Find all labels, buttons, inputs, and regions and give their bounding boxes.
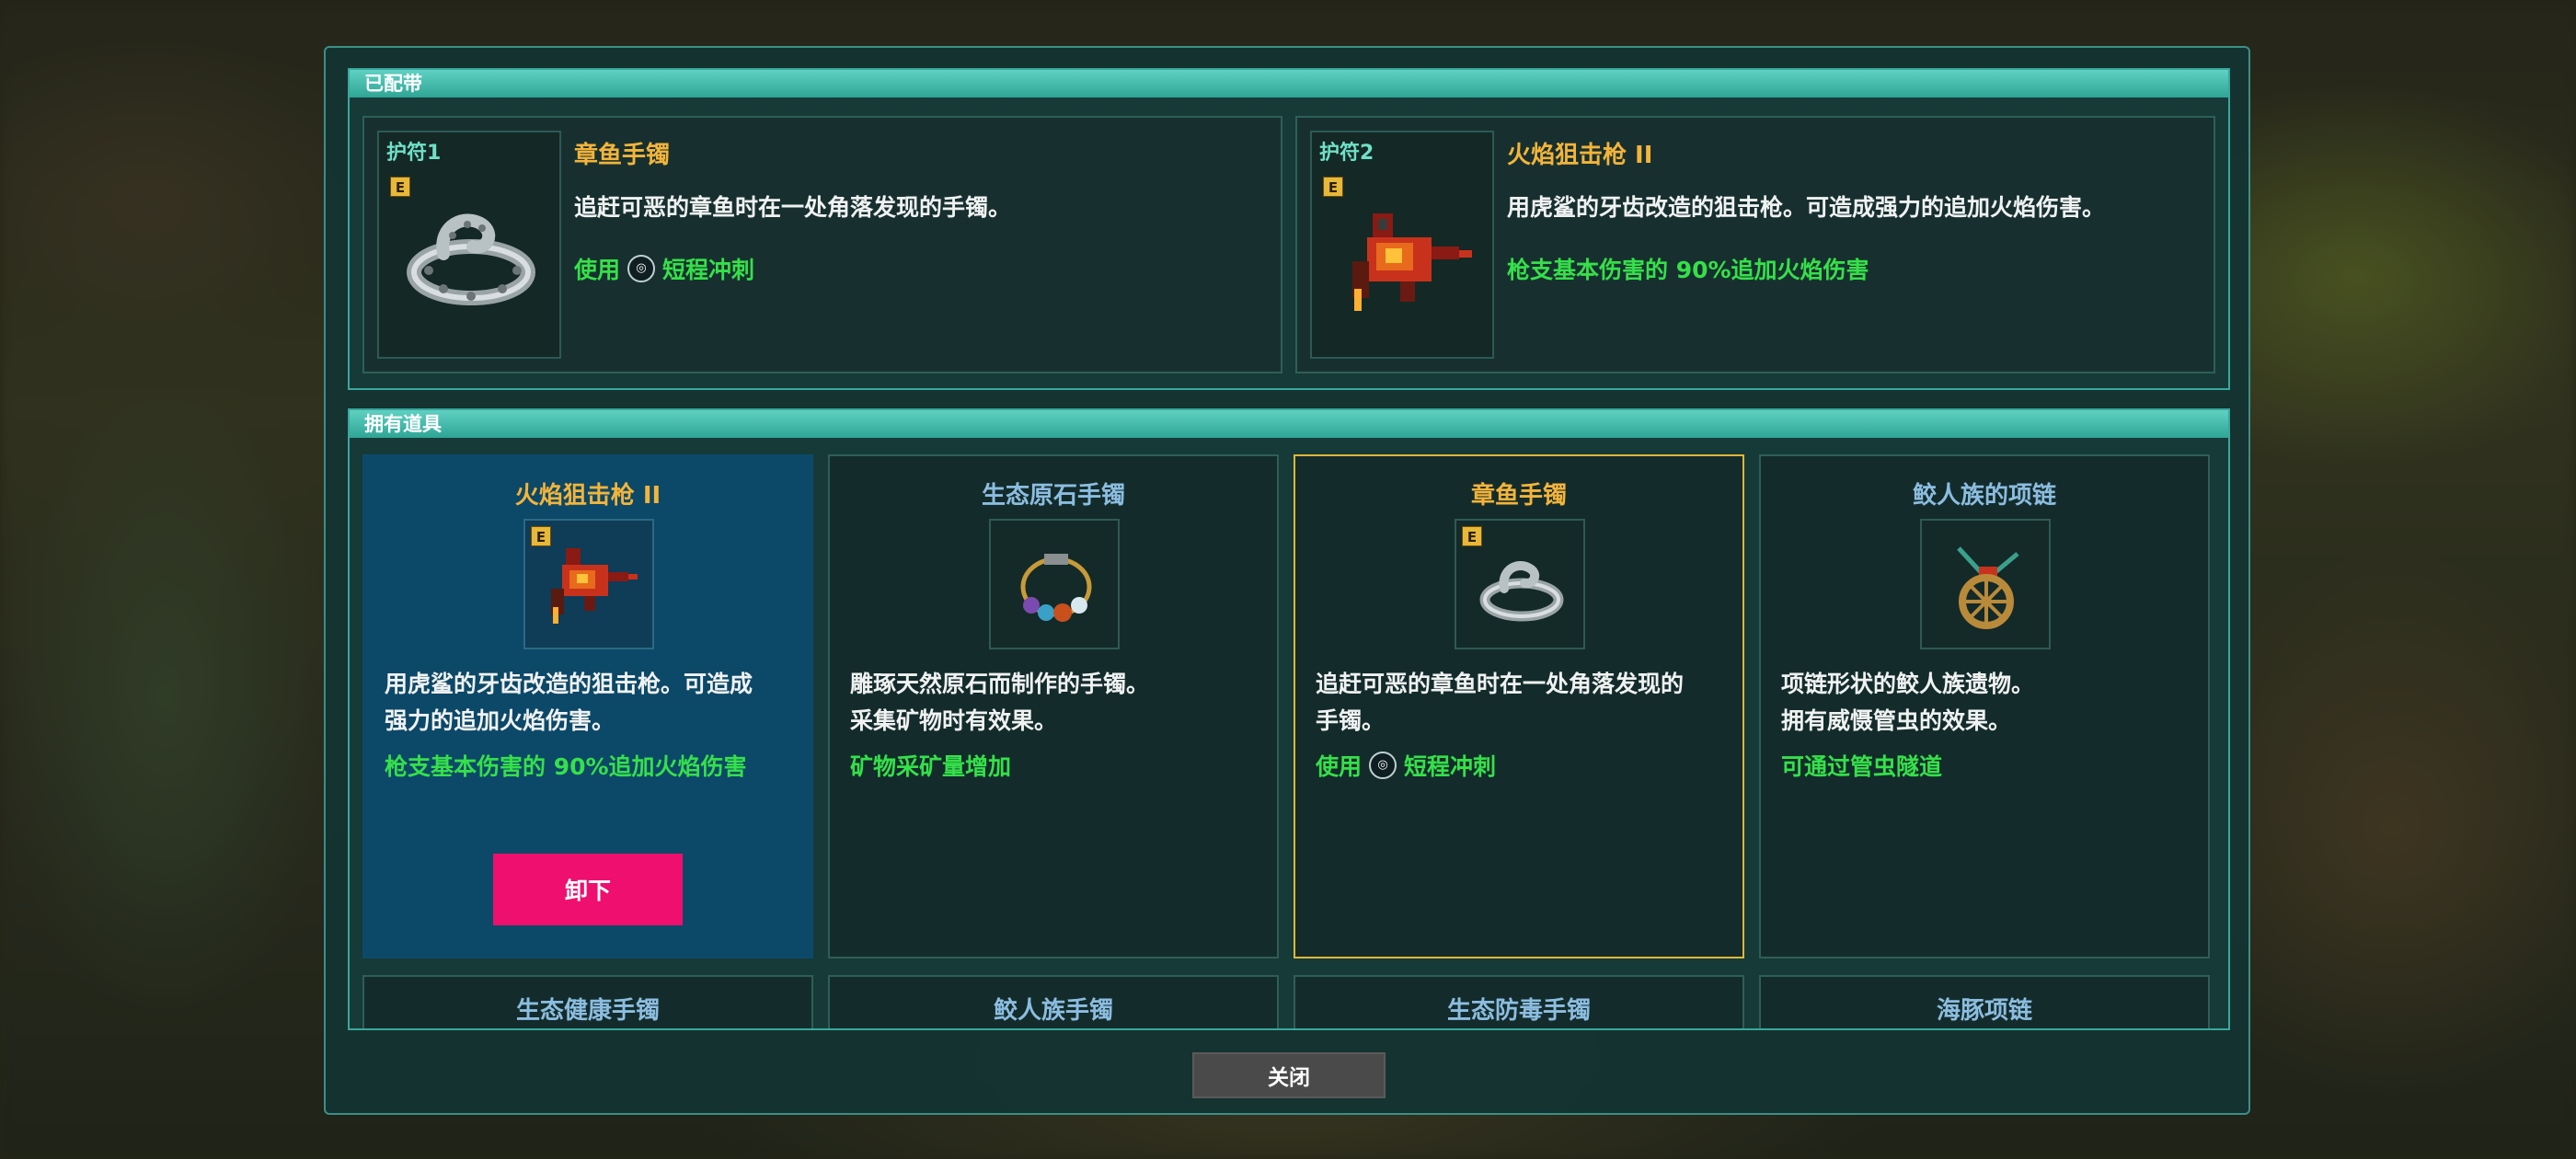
item-card-gemstone-bracelet[interactable]: 生态原石手镯 雕琢天然原石而制作的手镯。 采集矿物时有效果。 矿物采矿量增加 <box>828 454 1279 958</box>
item-name: 鲛人族手镯 <box>993 997 1113 1025</box>
item-name: 海豚项链 <box>1936 997 2032 1025</box>
item-card-octopus-bracelet[interactable]: 章鱼手镯 E 追赶可恶的章鱼时在一处角落发现的 手镯。 使用 ◎ 短程冲刺 <box>1294 454 1744 958</box>
item-icon-frame: E <box>1455 519 1585 649</box>
controller-button-icon: ◎ <box>627 255 656 282</box>
item-name: 生态健康手镯 <box>515 997 660 1025</box>
effect-prefix: 使用 <box>1316 753 1363 780</box>
item-effect: 矿物采矿量增加 <box>850 753 1012 780</box>
charm-effect: 使用 ◎ 短程冲刺 <box>574 252 754 285</box>
charm-slot-2[interactable]: 护符2 E 火焰狙击枪 II 用虎鲨的牙齿改造的狙击枪。可造成强力的追加火焰伤害… <box>1295 116 2215 373</box>
charm-name: 章鱼手镯 <box>574 142 671 169</box>
item-description: 雕琢天然原石而制作的手镯。 采集矿物时有效果。 <box>850 671 1150 734</box>
item-name: 生态原石手镯 <box>981 482 1125 510</box>
flame-sniper-icon <box>1352 213 1472 311</box>
charm-slot-thumb: 护符1 E <box>377 131 561 359</box>
item-card-flame-sniper[interactable]: 火焰狙击枪 II E 用虎鲨的牙齿改造的狙击枪。可造成 强力的追加火焰伤害。 枪… <box>362 454 813 958</box>
charm-effect: 枪支基本伤害的 90%追加火焰伤害 <box>1507 257 1869 283</box>
effect-suffix: 短程冲刺 <box>662 257 755 283</box>
item-card-peek[interactable]: 鲛人族手镯 <box>828 975 1279 1028</box>
equipped-section: 已配带 护符1 E 章鱼手镯 追赶可恶的章鱼时在一处角落发现的手镯。 使用 ◎ … <box>348 68 2230 390</box>
item-icon-frame <box>1920 519 2051 649</box>
item-name: 生态防毒手镯 <box>1446 997 1591 1025</box>
merfolk-necklace-icon <box>1957 546 2019 629</box>
item-effect: 使用 ◎ 短程冲刺 <box>1316 749 1496 782</box>
close-button[interactable]: 关闭 <box>1192 1052 1386 1098</box>
charm-dialog: 已配带 护符1 E 章鱼手镯 追赶可恶的章鱼时在一处角落发现的手镯。 使用 ◎ … <box>324 46 2250 1115</box>
unequip-button[interactable]: 卸下 <box>493 854 683 925</box>
equipped-header: 已配带 <box>350 70 2228 98</box>
gemstone-bracelet-icon <box>1020 554 1092 622</box>
item-card-merfolk-necklace[interactable]: 鲛人族的项链 项链形状的鲛人族遗物。 拥有威慑管虫的效果。 可通过管虫隧道 <box>1759 454 2210 958</box>
item-name: 章鱼手镯 <box>1470 482 1567 510</box>
item-name: 火焰狙击枪 II <box>514 482 661 510</box>
charm-name: 火焰狙击枪 II <box>1507 142 1653 169</box>
item-card-peek[interactable]: 海豚项链 <box>1759 975 2210 1028</box>
item-effect: 枪支基本伤害的 90%追加火焰伤害 <box>385 753 747 780</box>
item-name: 鲛人族的项链 <box>1912 482 2056 510</box>
item-card-peek[interactable]: 生态健康手镯 <box>362 975 813 1028</box>
item-icon-frame: E <box>523 519 654 649</box>
owned-items-section: 拥有道具 火焰狙击枪 II E 用虎鲨的牙齿改造的狙击枪。可造成 强力的追加火焰… <box>348 408 2230 1030</box>
charm-slot-1[interactable]: 护符1 E 章鱼手镯 追赶可恶的章鱼时在一处角落发现的手镯。 使用 ◎ 短程冲刺 <box>362 116 1282 373</box>
effect-prefix: 使用 <box>574 257 621 283</box>
charm-description: 追赶可恶的章鱼时在一处角落发现的手镯。 <box>574 194 1012 221</box>
owned-header: 拥有道具 <box>350 410 2228 438</box>
item-icon-frame <box>989 519 1120 649</box>
octopus-bracelet-icon <box>407 213 535 305</box>
octopus-bracelet-icon <box>1479 561 1564 622</box>
item-description: 追赶可恶的章鱼时在一处角落发现的 手镯。 <box>1316 671 1685 734</box>
charm-slot-thumb: 护符2 E <box>1310 131 1494 359</box>
flame-sniper-icon <box>551 548 638 624</box>
item-effect: 可通过管虫隧道 <box>1781 753 1943 780</box>
item-description: 项链形状的鲛人族遗物。 拥有威慑管虫的效果。 <box>1781 671 2035 734</box>
item-card-peek[interactable]: 生态防毒手镯 <box>1294 975 1744 1028</box>
effect-suffix: 短程冲刺 <box>1404 753 1497 780</box>
charm-description: 用虎鲨的牙齿改造的狙击枪。可造成强力的追加火焰伤害。 <box>1507 194 2106 221</box>
controller-button-icon: ◎ <box>1369 752 1397 779</box>
item-description: 用虎鲨的牙齿改造的狙击枪。可造成 强力的追加火焰伤害。 <box>385 671 753 734</box>
